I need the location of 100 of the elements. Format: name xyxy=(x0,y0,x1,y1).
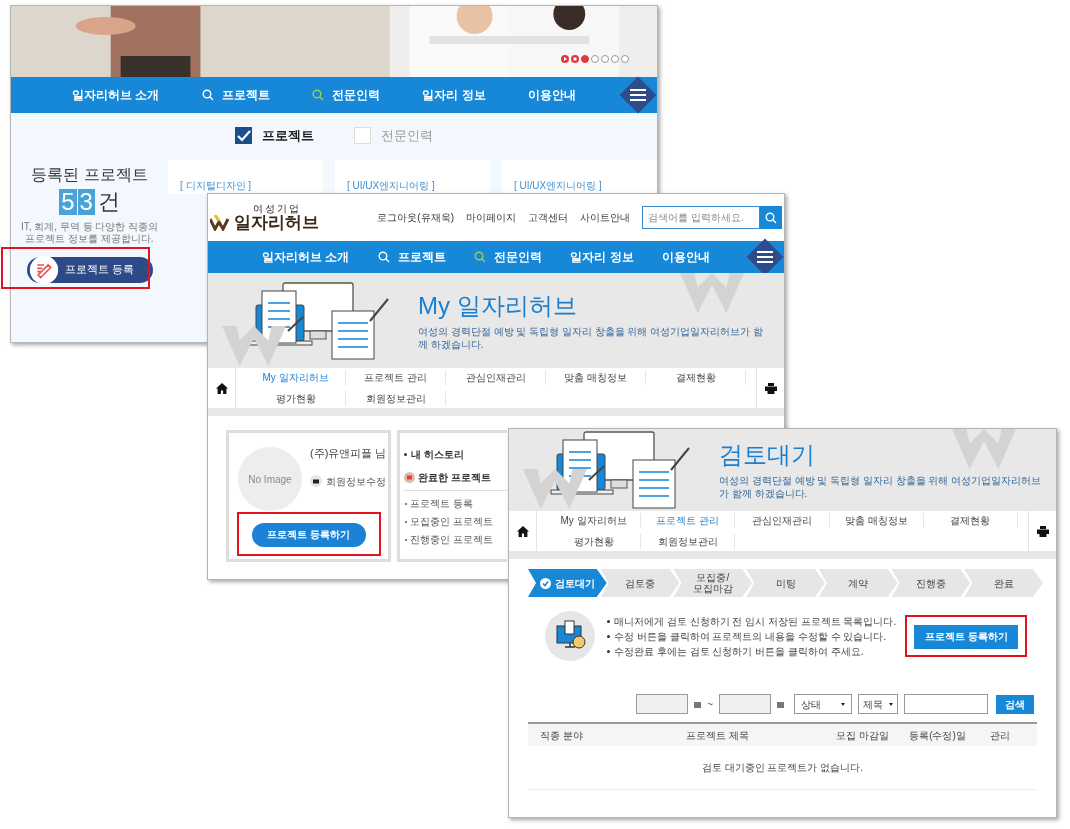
sub-menu-item[interactable]: 결제현황 xyxy=(646,370,746,385)
search-field[interactable]: 검색어를 입력하세요. xyxy=(642,206,760,229)
sub-menu-item[interactable]: 맞춤 매칭정보 xyxy=(546,370,646,385)
nav-link[interactable]: 일자리 정보 xyxy=(422,86,486,104)
step-label: 완료 xyxy=(993,577,1014,589)
check-icon xyxy=(539,577,551,589)
logo-icon xyxy=(210,215,232,231)
pause-icon[interactable] xyxy=(571,55,579,63)
date-field[interactable] xyxy=(719,694,771,714)
date-field[interactable] xyxy=(636,694,689,714)
date-separator: ~ xyxy=(707,697,713,712)
nav-link[interactable]: 일자리허브 소개 xyxy=(262,248,350,266)
nav-link[interactable]: 프로젝트 xyxy=(201,86,270,104)
menu-button[interactable] xyxy=(746,238,784,276)
logo-title: 일자리허브 xyxy=(234,214,319,231)
nav-link[interactable]: 전문인력 xyxy=(311,86,380,104)
page-title: 검토대기 xyxy=(719,440,815,470)
page-title: My 일자리허브 xyxy=(418,290,577,321)
bullet-icon xyxy=(607,649,610,653)
status-dropdown[interactable]: 상태 xyxy=(794,694,852,714)
top-link[interactable]: 사이트안내 xyxy=(580,210,630,225)
checkbox[interactable] xyxy=(354,127,371,145)
project-card[interactable]: [ 디지털디자인 ] xyxy=(168,159,323,194)
project-card[interactable]: [ UI/UX엔지니어링 ] xyxy=(335,159,490,194)
bullet-icon xyxy=(404,453,407,456)
caret-icon xyxy=(889,702,893,706)
column-header: 직종 분야 xyxy=(540,728,584,743)
menu-button[interactable] xyxy=(619,76,657,114)
step-label: 진행중 xyxy=(915,577,946,589)
history-link[interactable]: 모집중인 프로젝트 xyxy=(410,514,493,529)
sub-menu-item[interactable]: 회원정보관리 xyxy=(346,391,446,406)
history-link[interactable]: 프로젝트 등록 xyxy=(410,496,473,511)
card-category: [ 디지털디자인 ] xyxy=(180,179,252,191)
bullet-icon xyxy=(607,619,610,623)
keyword-field[interactable] xyxy=(904,694,988,714)
bullet-icon xyxy=(607,634,610,638)
count-digit: 3 xyxy=(77,188,95,215)
edit-profile-link[interactable]: 회원정보수정 xyxy=(310,473,387,489)
step-label: 검토대기 xyxy=(554,577,595,589)
project-card[interactable]: [ UI/UX엔지니어링 ] xyxy=(502,159,657,194)
nav-link[interactable]: 일자리허브 소개 xyxy=(72,86,160,104)
sub-menu-item[interactable]: 회원정보관리 xyxy=(641,534,736,549)
step-label: 검토중 xyxy=(625,577,656,589)
nav-link[interactable]: 이용안내 xyxy=(527,86,576,104)
column-header: 관리 xyxy=(989,728,1011,743)
column-header: 모집 마감일 xyxy=(835,728,890,743)
menu-icon xyxy=(757,251,773,263)
stats-description: 프로젝트 정보를 제공합니다. xyxy=(25,232,154,245)
register-project-button[interactable]: 프로젝트 등록하기 xyxy=(914,624,1019,649)
sub-menu-item[interactable]: My 일자리허브 xyxy=(547,513,642,528)
calendar-icon[interactable] xyxy=(777,700,784,708)
sub-menu-item[interactable]: 프로젝트 관리 xyxy=(641,513,736,528)
field-dropdown[interactable]: 제목 xyxy=(858,694,898,714)
sub-menu-item[interactable]: 프로젝트 관리 xyxy=(346,370,446,385)
checkbox[interactable] xyxy=(235,127,252,145)
print-icon[interactable] xyxy=(764,382,777,394)
top-link[interactable]: 고객센터 xyxy=(528,210,568,225)
checkbox-label: 전문인력 xyxy=(381,127,433,145)
count-digit: 5 xyxy=(59,188,77,215)
sub-menu-item[interactable]: 관심인재관리 xyxy=(446,370,546,385)
play-icon[interactable] xyxy=(561,55,569,63)
search-button[interactable]: 검색 xyxy=(996,694,1034,714)
sub-menu-item[interactable]: My 일자리허브 xyxy=(246,370,346,385)
stats-title: 등록된 프로젝트 xyxy=(31,164,148,185)
sub-menu-item[interactable]: 맞춤 매칭정보 xyxy=(829,513,924,528)
column-header: 프로젝트 제목 xyxy=(685,728,750,743)
register-project-button[interactable]: 프로젝트 등록하기 xyxy=(251,522,366,547)
card-category: [ UI/UX엔지니어링 ] xyxy=(514,179,602,191)
nav-link[interactable]: 프로젝트 xyxy=(377,248,446,266)
menu-icon xyxy=(630,89,646,101)
home-icon[interactable] xyxy=(215,382,228,394)
computer-icon xyxy=(545,611,595,661)
sub-menu-item[interactable]: 관심인재관리 xyxy=(735,513,830,528)
sub-menu-item[interactable]: 평가현황 xyxy=(547,534,642,549)
nav-link[interactable]: 전문인력 xyxy=(473,248,542,266)
caret-icon xyxy=(841,702,845,706)
briefcase-icon xyxy=(310,475,322,487)
nav-link[interactable]: 일자리 정보 xyxy=(570,248,634,266)
history-section: 완료한 프로젝트 xyxy=(418,470,491,485)
info-text: 매니저에게 검토 신청하기 전 임시 저장된 프로젝트 목록입니다. xyxy=(614,614,897,628)
card-category: [ UI/UX엔지니어링 ] xyxy=(347,179,435,191)
sub-menu-item[interactable]: 결제현황 xyxy=(923,513,1018,528)
count-unit: 건 xyxy=(97,188,120,215)
nav-link[interactable]: 이용안내 xyxy=(661,248,710,266)
history-title: 내 히스토리 xyxy=(411,448,464,462)
calendar-icon[interactable] xyxy=(694,700,702,708)
checkbox-label: 프로젝트 xyxy=(262,127,314,145)
stats-description: IT, 회계, 무역 등 다양한 직종의 xyxy=(20,220,159,233)
top-link[interactable]: 마이페이지 xyxy=(466,210,516,225)
history-link[interactable]: 진행중인 프로젝트 xyxy=(410,532,493,547)
avatar-text: No Image xyxy=(248,472,292,487)
home-icon[interactable] xyxy=(516,525,529,537)
print-icon[interactable] xyxy=(1036,525,1049,537)
step-label: 미팅 xyxy=(775,577,796,589)
info-text: 수정 버튼을 클릭하여 프로젝트의 내용을 수정할 수 있습니다. xyxy=(614,629,887,643)
search-button[interactable] xyxy=(760,206,782,229)
top-link[interactable]: 로그아웃(유재욱) xyxy=(377,210,454,225)
register-button[interactable]: 프로젝트 등록 xyxy=(26,256,153,283)
sub-menu-item[interactable]: 평가현황 xyxy=(246,391,346,406)
logo-subtitle: 여성기업 xyxy=(252,204,301,214)
